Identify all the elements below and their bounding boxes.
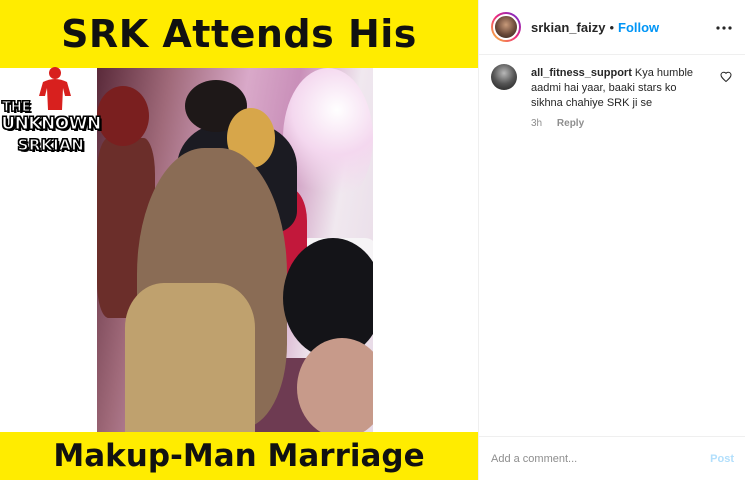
comment-username[interactable]: all_fitness_support bbox=[531, 67, 632, 79]
add-comment-bar: Post bbox=[479, 436, 745, 480]
avatar-image bbox=[493, 14, 519, 40]
guest-foreground bbox=[297, 338, 373, 432]
avatar[interactable] bbox=[491, 12, 521, 42]
video-frame[interactable] bbox=[97, 68, 373, 432]
post-username[interactable]: srkian_faizy bbox=[531, 20, 605, 35]
post-sidebar: srkian_faizy • Follow all_fitness_suppor… bbox=[478, 0, 745, 480]
reply-button[interactable]: Reply bbox=[557, 118, 584, 129]
post-media[interactable]: SRK Attends His THE UNKNOWN SRKIAN Makup… bbox=[0, 0, 478, 480]
follow-button[interactable]: Follow bbox=[618, 20, 659, 35]
logo-line-3: SRKIAN bbox=[17, 136, 85, 155]
turban bbox=[97, 86, 149, 146]
comment-body: all_fitness_support Kya humble aadmi hai… bbox=[531, 66, 711, 111]
separator-dot: • bbox=[609, 19, 614, 35]
channel-logo: THE UNKNOWN SRKIAN bbox=[0, 66, 102, 158]
bottom-caption-banner: Makup-Man Marriage bbox=[0, 432, 478, 480]
more-horizontal-icon[interactable] bbox=[714, 18, 734, 38]
woman-top bbox=[125, 283, 255, 432]
comment-time[interactable]: 3h bbox=[531, 118, 542, 129]
logo-line-1: THE bbox=[2, 100, 32, 116]
top-caption: SRK Attends His bbox=[61, 12, 417, 56]
post-header: srkian_faizy • Follow bbox=[479, 0, 745, 55]
comment-input[interactable] bbox=[491, 452, 711, 465]
logo-line-2: UNKNOWN bbox=[1, 114, 102, 135]
post-button[interactable]: Post bbox=[710, 453, 734, 465]
comment-avatar[interactable] bbox=[491, 64, 517, 90]
comment-meta: 3h Reply bbox=[531, 118, 596, 129]
bottom-caption: Makup-Man Marriage bbox=[53, 438, 425, 474]
heart-icon[interactable] bbox=[720, 70, 732, 83]
top-caption-banner: SRK Attends His bbox=[0, 0, 478, 68]
